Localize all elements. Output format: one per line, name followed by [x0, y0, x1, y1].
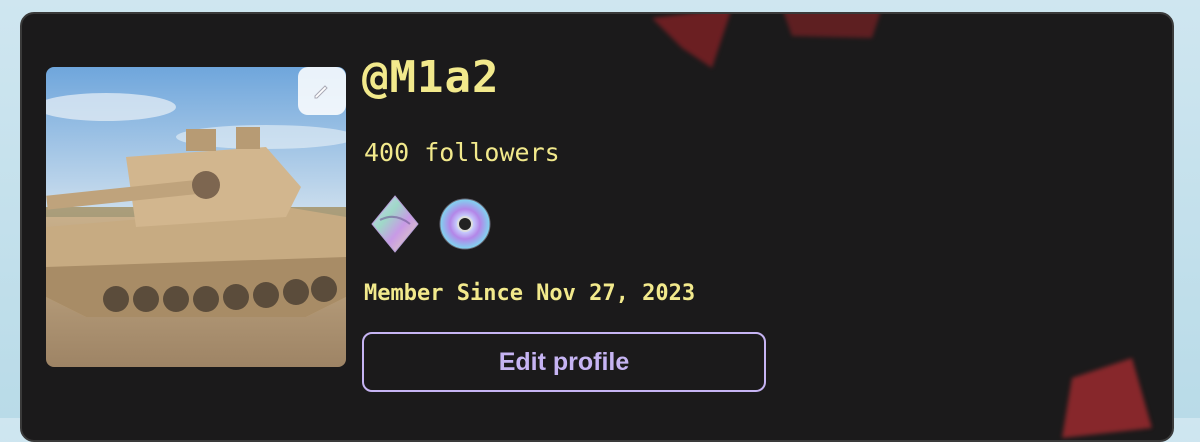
badge-item[interactable] — [368, 194, 422, 254]
username: @M1a2 — [362, 52, 500, 103]
edit-profile-button[interactable]: Edit profile — [362, 332, 766, 392]
decorative-red-shape — [784, 14, 880, 38]
holographic-diamond-icon — [371, 195, 419, 253]
badge-item[interactable] — [438, 194, 492, 254]
decorative-red-shape — [1062, 358, 1152, 438]
member-since: Member Since Nov 27, 2023 — [364, 281, 696, 306]
followers-count[interactable]: 400 followers — [364, 138, 560, 167]
edit-avatar-button[interactable] — [298, 67, 346, 115]
pencil-icon — [314, 85, 328, 99]
badge-list — [368, 194, 492, 254]
profile-card: @M1a2 400 followers Member Since Nov 27,… — [20, 12, 1174, 442]
decorative-red-shape — [652, 14, 730, 68]
cd-disc-icon — [439, 198, 491, 250]
